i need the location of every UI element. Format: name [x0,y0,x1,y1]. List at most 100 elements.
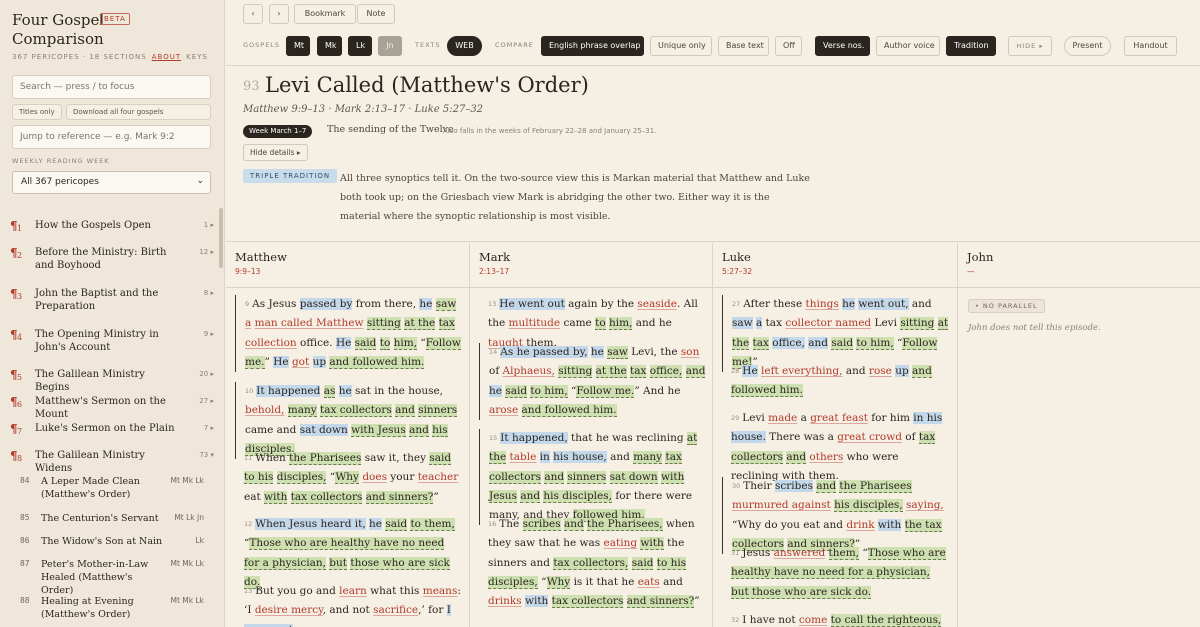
section-title: The Opening Ministry in John's Account [35,329,159,353]
section-title: Luke's Sermon on the Plain [35,423,175,434]
beta-badge: BETA [100,13,130,25]
compare-phrase-overlap[interactable]: English phrase overlap [541,36,644,56]
section-title: The Galilean Ministry Widens [35,450,145,474]
keys-link[interactable]: KEYS [186,53,208,61]
section-title: The Galilean Ministry Begins [35,369,145,393]
prev-button[interactable]: ‹ [243,4,263,24]
column-title: John [967,250,994,264]
gospels-label: GOSPELS [243,41,281,49]
section-title: Before the Ministry: Birth and Boyhood [35,247,167,271]
column-reference: 9:9–13 [235,267,261,276]
sidebar: Four Gospel Comparison BETA 367 PERICOPE… [0,0,225,627]
verse-block: 11 When the Pharisees saw it, they said t… [244,452,459,504]
column-divider [958,287,1200,288]
titles-only-button[interactable]: Titles only [12,104,62,120]
section-count: 7 ▸ [203,424,214,432]
verse-block: 13 But you go and learn what this means: … [235,582,462,627]
pericope-gospels: Mt Mk Lk [170,476,204,485]
gospel-toggle-mt[interactable]: Mt [286,36,310,56]
verse-block: 9 As Jesus passed by from there, he saw a… [235,295,462,373]
text-web-button[interactable]: WEB [447,36,482,56]
compare-base-text[interactable]: Base text [718,36,769,56]
pericope-references: Matthew 9:9–13 · Mark 2:13–17 · Luke 5:2… [243,104,484,115]
column-title: Matthew [235,250,287,264]
pericope-title: The Widow's Son at Nain [41,536,163,547]
no-parallel-badge: • NO PARALLEL [968,299,1045,313]
corpus-stats: 367 PERICOPES · 18 SECTIONS ABOUT KEYS [12,53,208,61]
tradition-toggle[interactable]: Tradition [946,36,996,56]
compare-label: COMPARE [495,41,534,49]
column-title: Mark [479,250,511,264]
download-gospels-button[interactable]: Download all four gospels [66,104,211,120]
column-title: Luke [722,250,751,264]
gospel-toggle-mk[interactable]: Mk [317,36,342,56]
handout-button[interactable]: Handout [1124,36,1177,56]
tradition-badge: TRIPLE TRADITION [243,169,338,183]
section-count: 73 ▾ [199,451,214,459]
section-count: 20 ▸ [199,370,214,378]
column-divider [226,287,469,288]
column-divider [713,287,957,288]
jump-to-reference-input[interactable]: Jump to reference — e.g. Mark 9:2 [12,125,211,149]
column-reference: 5:27–32 [722,267,753,276]
verse-block: 15 It happened, that he was reclining at … [479,429,706,526]
mark-column: Mark 2:13–17 13 He went out again by the … [470,243,713,627]
week-select[interactable]: All 367 pericopes ⌄ [12,171,211,194]
weekly-reading-label: WEEKLY READING WEEK [12,157,110,165]
verse-block: 27 After these things he went out, and sa… [722,295,949,373]
search-input[interactable]: Search — press / to focus [12,75,211,99]
compare-unique-only[interactable]: Unique only [650,36,712,56]
hide-menu-button[interactable]: HIDE ▸ [1008,36,1052,56]
pericope-header: 93 Levi Called (Matthew's Order) Matthew… [226,66,1200,242]
column-divider [470,287,712,288]
pericope-gospels: Mt Lk Jn [174,513,204,522]
section-count: 12 ▸ [199,248,214,256]
column-reference: — [967,267,975,276]
section-count: 9 ▸ [203,330,214,338]
verse-block: 31 Jesus answered them, “Those who are he… [731,547,946,599]
gospel-toggle-lk[interactable]: Lk [348,36,372,56]
hide-details-button[interactable]: Hide details ▸ [243,144,308,161]
matthew-column: Matthew 9:9–13 9 As Jesus passed by from … [226,243,470,627]
pericope-gospels: Mt Mk Lk [170,559,204,568]
verse-block: 28 He left everything, and rose up and fo… [731,365,932,398]
verse-block: 30 Their scribes and the Pharisees murmur… [722,477,949,555]
verse-block: 10 It happened as he sat in the house, be… [235,382,462,460]
verse-block: 16 The scribes and the Pharisees, when th… [488,518,700,609]
verse-numbers-toggle[interactable]: Verse nos. [815,36,870,56]
verse-block: 12 When Jesus heard it, he said to them, … [244,518,455,589]
pericope-number: 93 [243,79,260,94]
section-count: 27 ▸ [199,397,214,405]
compare-off[interactable]: Off [775,36,802,56]
page-title: Levi Called (Matthew's Order) [265,73,589,97]
section-title: Matthew's Sermon on the Mount [35,396,166,420]
chevron-down-icon: ⌄ [196,176,204,186]
section-title: How the Gospels Open [35,220,151,231]
section-count: 1 ▸ [203,221,214,229]
toolbar: ‹ › Bookmark Note GOSPELS Mt Mk Lk Jn TE… [226,0,1200,66]
texts-label: TEXTS [415,41,441,49]
verse-block: 14 As he passed by, he saw Levi, the son … [479,343,706,421]
tradition-description: All three synoptics tell it. On the two-… [340,173,810,222]
bookmark-button[interactable]: Bookmark [294,4,356,24]
author-voice-toggle[interactable]: Author voice [876,36,940,56]
section-title: John the Baptist and the Preparation [35,288,159,312]
no-parallel-note: John does not tell this episode. [968,323,1101,333]
week-select-value: All 367 pericopes [21,177,99,187]
sidebar-scrollbar[interactable] [219,208,223,268]
note-button[interactable]: Note [357,4,395,24]
week-badge[interactable]: Week March 1–7 [243,125,313,138]
luke-column: Luke 5:27–32 27 After these things he wen… [713,243,958,627]
week-note: The sending of the Twelve [327,124,454,135]
about-link[interactable]: ABOUT [152,53,181,61]
week-also-note: Also falls in the weeks of February 22–2… [443,127,657,135]
john-column: John — • NO PARALLEL John does not tell … [958,243,1200,627]
pericope-title: Healing at Evening (Matthew's Order) [41,596,134,620]
pericope-title: The Centurion's Servant [41,513,159,524]
present-button[interactable]: Present [1064,36,1111,56]
verse-block: 29 Levi made a great feast for him in his… [731,412,943,482]
column-reference: 2:13–17 [479,267,510,276]
gospel-toggle-jn[interactable]: Jn [378,36,402,56]
section-count: 8 ▸ [203,289,214,297]
next-button[interactable]: › [269,4,289,24]
